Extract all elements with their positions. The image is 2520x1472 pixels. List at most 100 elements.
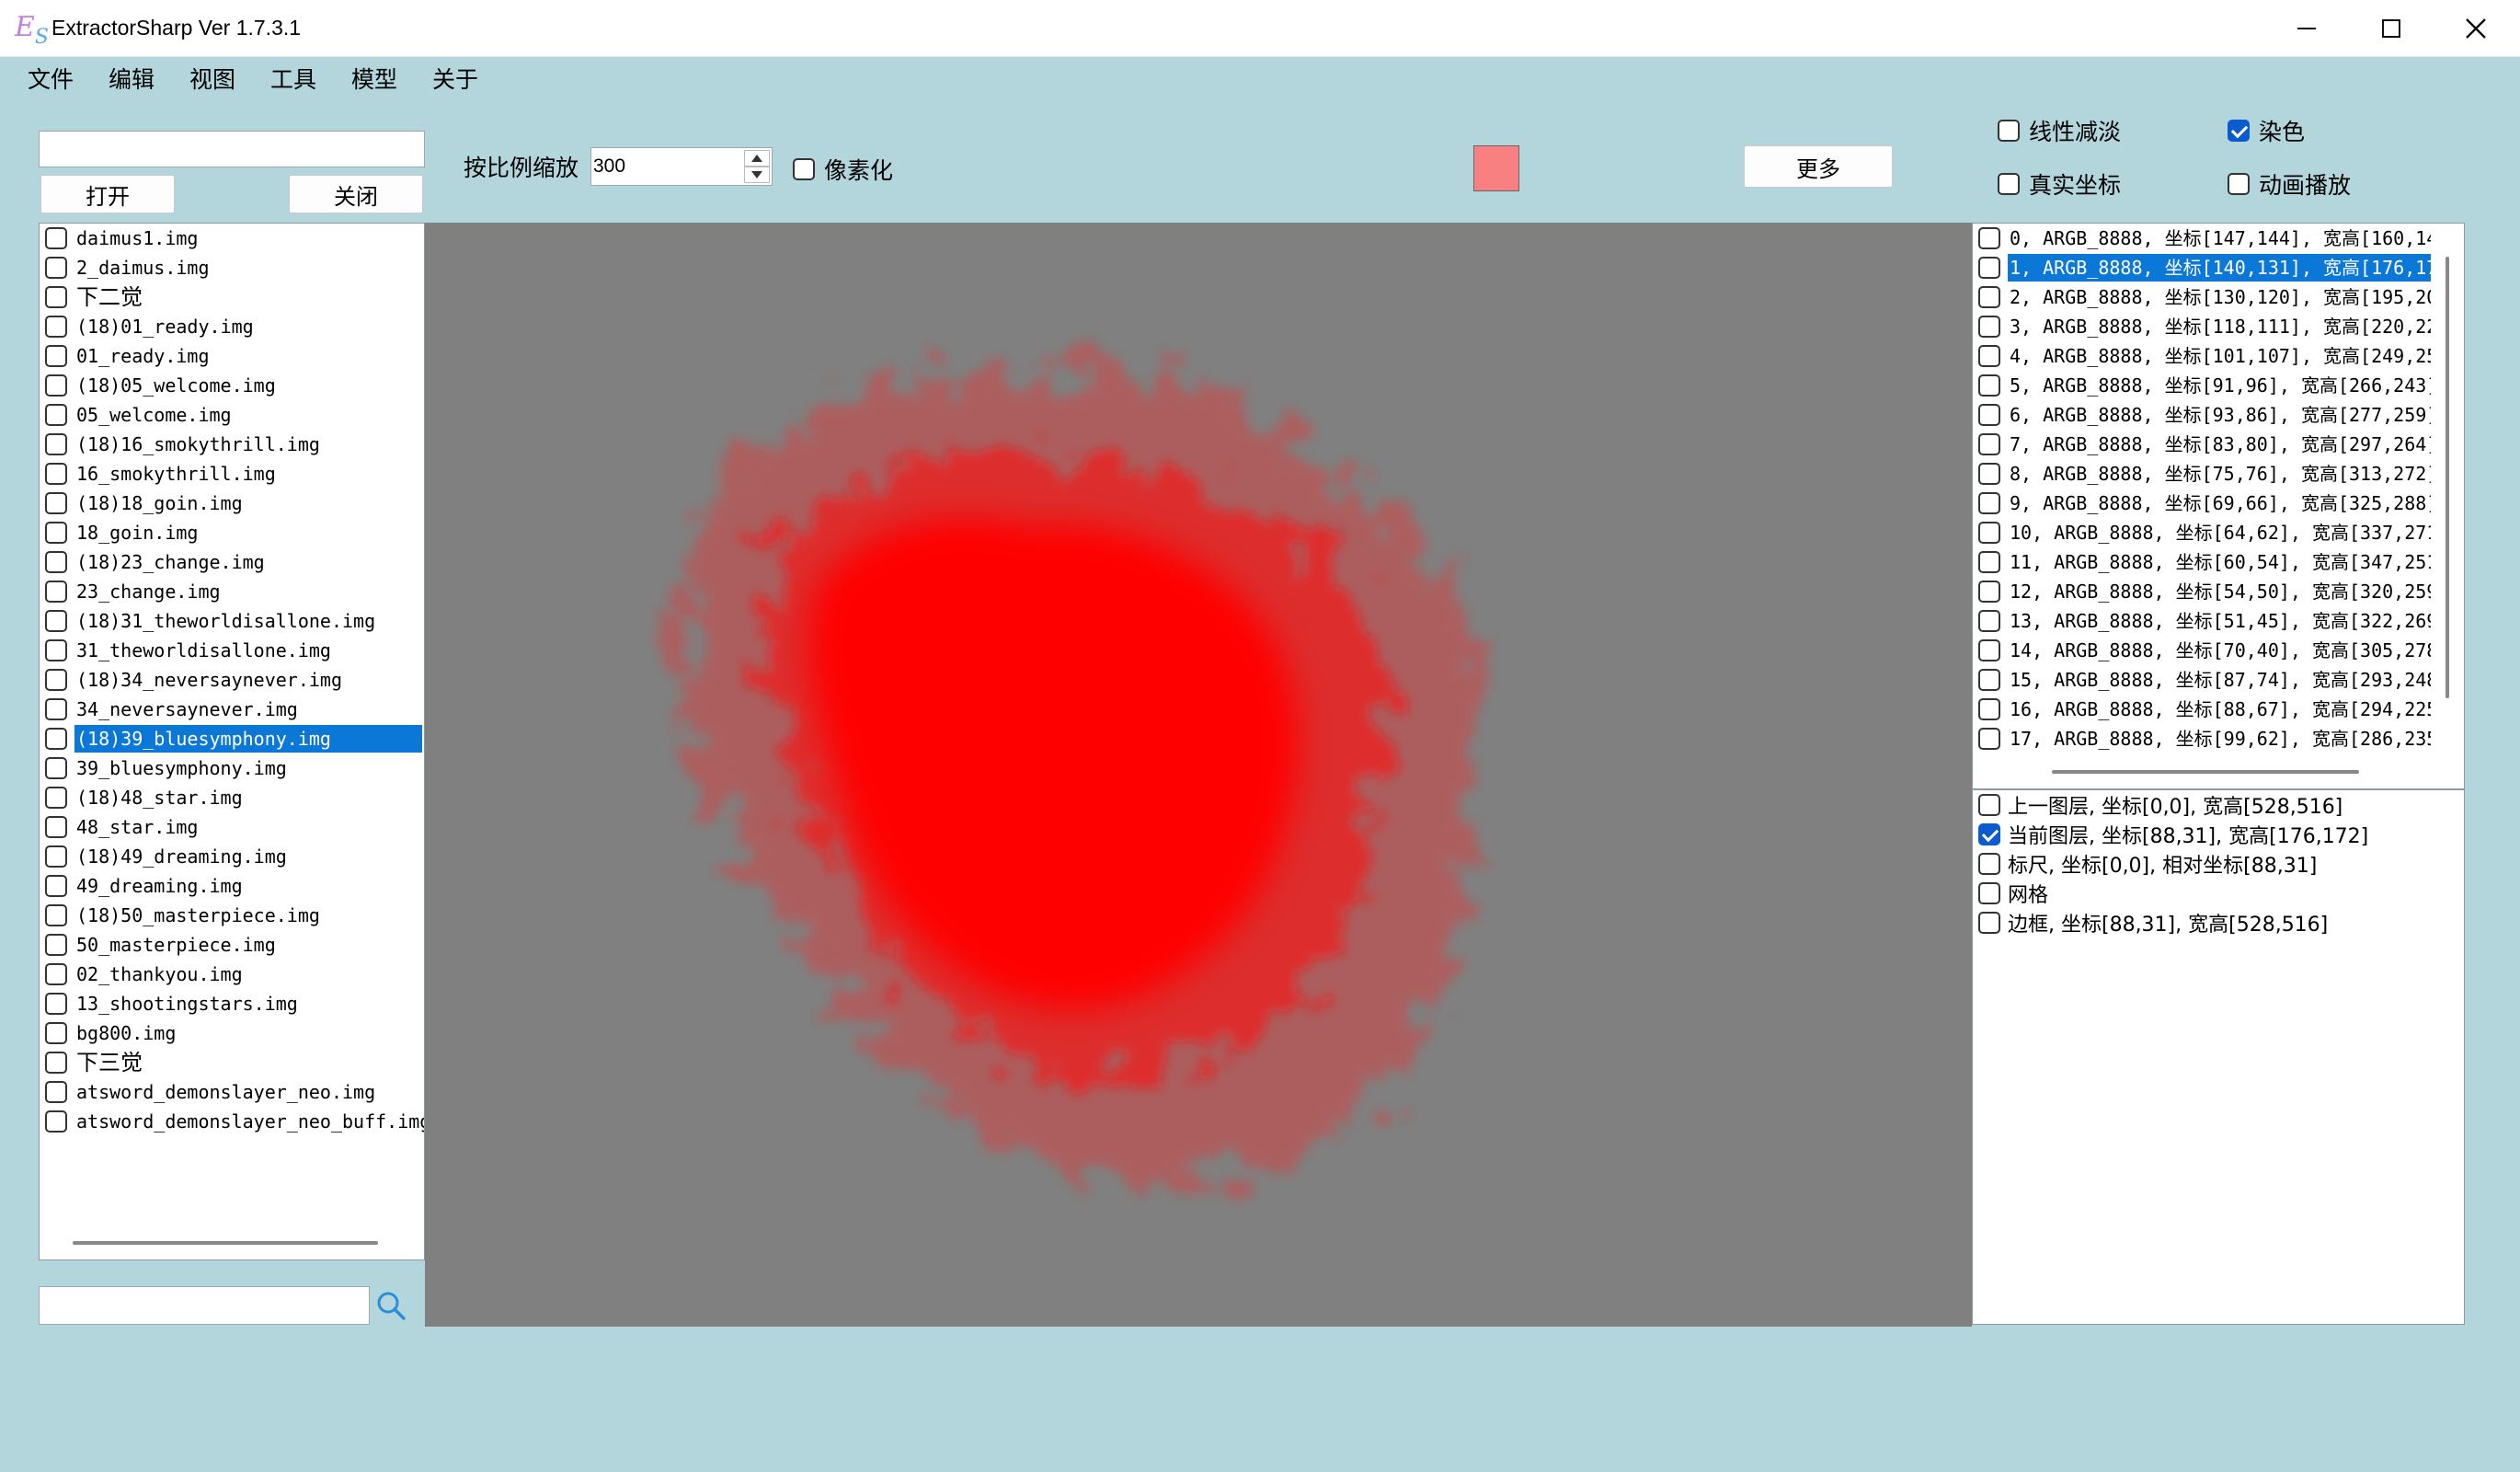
frame-list-vscrollbar[interactable] — [2446, 257, 2449, 698]
file-checkbox[interactable] — [45, 551, 67, 573]
file-checkbox[interactable] — [45, 581, 67, 603]
layer-list-item[interactable]: 上一图层, 坐标[0,0], 宽高[528,516] — [1973, 790, 2460, 820]
file-checkbox[interactable] — [45, 1081, 67, 1103]
sprite-canvas[interactable] — [425, 223, 1972, 1327]
file-checkbox[interactable] — [45, 492, 67, 514]
frame-list-item[interactable]: 7, ARGB_8888, 坐标[83,80], 宽高[297,264], ( — [1973, 430, 2433, 459]
file-checkbox[interactable] — [45, 963, 67, 985]
file-checkbox[interactable] — [45, 522, 67, 544]
frame-list-item[interactable]: 5, ARGB_8888, 坐标[91,96], 宽高[266,243], ( — [1973, 371, 2433, 400]
frame-list[interactable]: 0, ARGB_8888, 坐标[147,144], 宽高[160,147 1, … — [1972, 223, 2465, 789]
file-checkbox[interactable] — [45, 816, 67, 838]
animate-checkbox[interactable] — [2228, 173, 2250, 195]
scale-up-button[interactable] — [744, 150, 770, 167]
frame-checkbox[interactable] — [1978, 522, 2000, 544]
file-checkbox[interactable] — [45, 728, 67, 750]
file-checkbox[interactable] — [45, 1052, 67, 1074]
frame-checkbox[interactable] — [1978, 639, 2000, 661]
real-coords-option[interactable]: 真实坐标 — [1998, 167, 2121, 201]
close-button[interactable]: 关闭 — [289, 175, 423, 213]
linear-fade-checkbox[interactable] — [1998, 120, 2020, 142]
frame-list-item[interactable]: 11, ARGB_8888, 坐标[60,54], 宽高[347,251], — [1973, 547, 2433, 577]
file-list-item[interactable]: 48_star.img — [40, 812, 422, 842]
frame-list-item[interactable]: 10, ARGB_8888, 坐标[64,62], 宽高[337,271], — [1973, 518, 2433, 547]
frame-checkbox[interactable] — [1978, 492, 2000, 514]
layer-list-item[interactable]: 标尺, 坐标[0,0], 相对坐标[88,31] — [1973, 849, 2460, 879]
frame-checkbox[interactable] — [1978, 316, 2000, 338]
file-list-item[interactable]: 下二觉 — [40, 282, 422, 312]
frame-checkbox[interactable] — [1978, 286, 2000, 308]
frame-checkbox[interactable] — [1978, 257, 2000, 279]
menu-tools[interactable]: 工具 — [270, 66, 316, 94]
file-checkbox[interactable] — [45, 1022, 67, 1044]
layer-list-item[interactable]: 网格 — [1973, 879, 2460, 908]
file-checkbox[interactable] — [45, 875, 67, 897]
file-list-item[interactable]: (18)18_goin.img — [40, 489, 422, 518]
close-window-button[interactable] — [2434, 0, 2518, 57]
frame-checkbox[interactable] — [1978, 404, 2000, 426]
file-list-item[interactable]: 02_thankyou.img — [40, 960, 422, 989]
layer-checkbox[interactable] — [1978, 794, 2000, 816]
scale-down-button[interactable] — [744, 167, 770, 183]
frame-checkbox[interactable] — [1978, 669, 2000, 691]
pixelate-option[interactable]: 像素化 — [793, 153, 893, 186]
file-list-item[interactable]: 50_masterpiece.img — [40, 930, 422, 960]
file-list-item[interactable]: (18)31_theworldisallone.img — [40, 606, 422, 636]
file-list-item[interactable]: bg800.img — [40, 1018, 422, 1048]
file-checkbox[interactable] — [45, 227, 67, 249]
minimize-button[interactable] — [2264, 0, 2349, 57]
frame-list-item[interactable]: 0, ARGB_8888, 坐标[147,144], 宽高[160,147 — [1973, 224, 2433, 253]
menu-model[interactable]: 模型 — [351, 66, 397, 94]
file-list-item[interactable]: (18)34_neversaynever.img — [40, 665, 422, 695]
search-button[interactable] — [373, 1288, 410, 1325]
file-list-item[interactable]: 05_welcome.img — [40, 400, 422, 430]
frame-checkbox[interactable] — [1978, 728, 2000, 750]
file-checkbox[interactable] — [45, 433, 67, 455]
file-list-item[interactable]: atsword_demonslayer_neo_buff.img — [40, 1107, 424, 1136]
frame-list-item[interactable]: 6, ARGB_8888, 坐标[93,86], 宽高[277,259], ( — [1973, 400, 2433, 430]
menu-edit[interactable]: 编辑 — [109, 66, 155, 94]
file-list-item[interactable]: atsword_demonslayer_neo.img — [40, 1077, 422, 1107]
file-list-item[interactable]: 49_dreaming.img — [40, 871, 422, 901]
layer-checkbox[interactable] — [1978, 912, 2000, 934]
pixelate-checkbox[interactable] — [793, 158, 815, 180]
layer-list-item[interactable]: 当前图层, 坐标[88,31], 宽高[176,172] — [1973, 820, 2460, 849]
file-checkbox[interactable] — [45, 610, 67, 632]
layer-list[interactable]: 上一图层, 坐标[0,0], 宽高[528,516] 当前图层, 坐标[88,31… — [1972, 789, 2465, 1325]
frame-list-item[interactable]: 8, ARGB_8888, 坐标[75,76], 宽高[313,272], ( — [1973, 459, 2433, 489]
file-checkbox[interactable] — [45, 639, 67, 661]
file-list-item[interactable]: 2_daimus.img — [40, 253, 422, 282]
file-checkbox[interactable] — [45, 345, 67, 367]
file-checkbox[interactable] — [45, 404, 67, 426]
file-checkbox[interactable] — [45, 904, 67, 926]
file-list-item[interactable]: 下三觉 — [40, 1048, 422, 1077]
frame-checkbox[interactable] — [1978, 227, 2000, 249]
file-list-item[interactable]: 39_bluesymphony.img — [40, 753, 422, 783]
file-checkbox[interactable] — [45, 698, 67, 720]
file-list-item[interactable]: (18)23_change.img — [40, 547, 422, 577]
maximize-button[interactable] — [2349, 0, 2434, 57]
scale-stepper[interactable] — [590, 147, 773, 186]
file-list-item[interactable]: (18)49_dreaming.img — [40, 842, 422, 871]
open-button[interactable]: 打开 — [40, 175, 175, 213]
frame-list-item[interactable]: 2, ARGB_8888, 坐标[130,120], 宽高[195,200 — [1973, 282, 2433, 312]
file-checkbox[interactable] — [45, 787, 67, 809]
layer-checkbox[interactable] — [1978, 882, 2000, 904]
file-checkbox[interactable] — [45, 374, 67, 397]
file-list-item[interactable]: (18)01_ready.img — [40, 312, 422, 341]
real-coords-checkbox[interactable] — [1998, 173, 2020, 195]
file-list-item[interactable]: 13_shootingstars.img — [40, 989, 422, 1018]
search-input[interactable] — [39, 1286, 370, 1325]
file-checkbox[interactable] — [45, 463, 67, 485]
more-button[interactable]: 更多 — [1744, 145, 1893, 188]
layer-checkbox[interactable] — [1978, 853, 2000, 875]
file-list-item[interactable]: 23_change.img — [40, 577, 422, 606]
frame-list-item[interactable]: 17, ARGB_8888, 坐标[99,62], 宽高[286,235], — [1973, 724, 2433, 753]
frame-checkbox[interactable] — [1978, 463, 2000, 485]
layer-list-item[interactable]: 边框, 坐标[88,31], 宽高[528,516] — [1973, 908, 2460, 937]
file-list-item[interactable]: (18)39_bluesymphony.img — [40, 724, 422, 753]
file-list-item[interactable]: (18)50_masterpiece.img — [40, 901, 422, 930]
frame-checkbox[interactable] — [1978, 610, 2000, 632]
file-list[interactable]: daimus1.img 2_daimus.img 下二觉 (18)01_ready.i… — [39, 223, 425, 1260]
frame-list-item[interactable]: 12, ARGB_8888, 坐标[54,50], 宽高[320,259], — [1973, 577, 2433, 606]
